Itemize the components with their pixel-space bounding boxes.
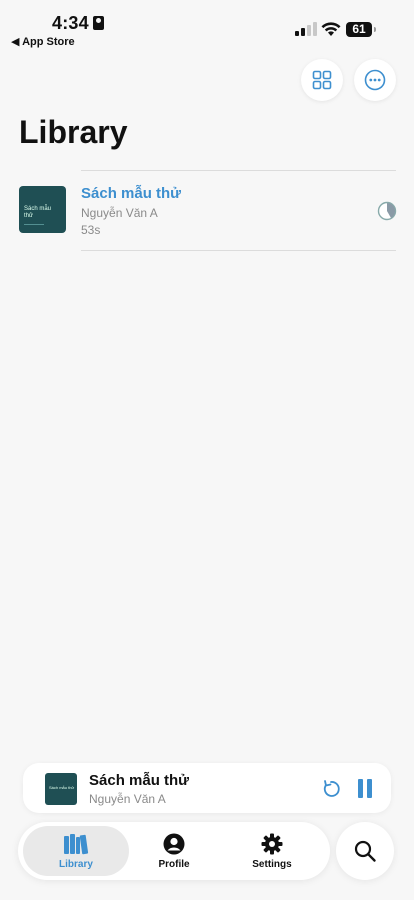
wifi-icon	[321, 22, 341, 36]
tab-settings-label: Settings	[252, 858, 292, 870]
pause-button[interactable]	[356, 779, 374, 799]
tab-settings[interactable]: Settings	[219, 826, 325, 876]
mini-player-cover: Sách mẫu thử	[45, 773, 77, 805]
book-author: Nguyễn Văn A	[81, 206, 158, 220]
status-bar: 4:34 ◀ App Store 61	[0, 0, 414, 52]
cellular-signal-icon	[295, 22, 317, 36]
tab-library-label: Library	[59, 858, 93, 870]
search-icon	[354, 840, 376, 862]
grid-icon	[312, 70, 332, 90]
gear-icon	[261, 833, 283, 854]
mini-player-author: Nguyễn Văn A	[89, 792, 166, 806]
tab-profile[interactable]: Profile	[121, 826, 227, 876]
pause-icon	[358, 779, 363, 798]
contact-card-icon	[93, 16, 104, 30]
mini-player[interactable]: Sách mẫu thử Sách mẫu thử Nguyễn Văn A	[23, 763, 391, 813]
tab-profile-label: Profile	[158, 858, 190, 870]
back-to-app-store-link[interactable]: ◀ App Store	[11, 35, 75, 48]
person-circle-icon	[163, 833, 185, 854]
cover-title: Sách mẫu thử	[24, 206, 52, 219]
mini-player-title: Sách mẫu thử	[89, 772, 190, 789]
divider	[81, 250, 396, 251]
more-options-button[interactable]	[354, 59, 396, 101]
replay-icon[interactable]	[320, 778, 342, 800]
tab-library[interactable]: Library	[23, 826, 129, 876]
book-cover: Sách mẫu thử	[19, 186, 66, 233]
progress-pie-icon	[377, 201, 397, 221]
book-duration: 53s	[81, 223, 101, 237]
book-list-item[interactable]: Sách mẫu thử Sách mẫu thử Nguyễn Văn A 5…	[0, 171, 414, 250]
page-title: Library	[19, 114, 128, 150]
ellipsis-circle-icon	[364, 69, 386, 91]
mini-cover-title: Sách mẫu thử	[49, 785, 75, 790]
tab-bar: Library Profile Settings	[18, 822, 330, 880]
grid-view-button[interactable]	[301, 59, 343, 101]
search-button[interactable]	[336, 822, 394, 880]
battery-icon: 61	[346, 22, 376, 37]
status-time: 4:34	[52, 13, 89, 33]
book-title: Sách mẫu thử	[81, 185, 182, 202]
books-icon	[64, 833, 89, 854]
